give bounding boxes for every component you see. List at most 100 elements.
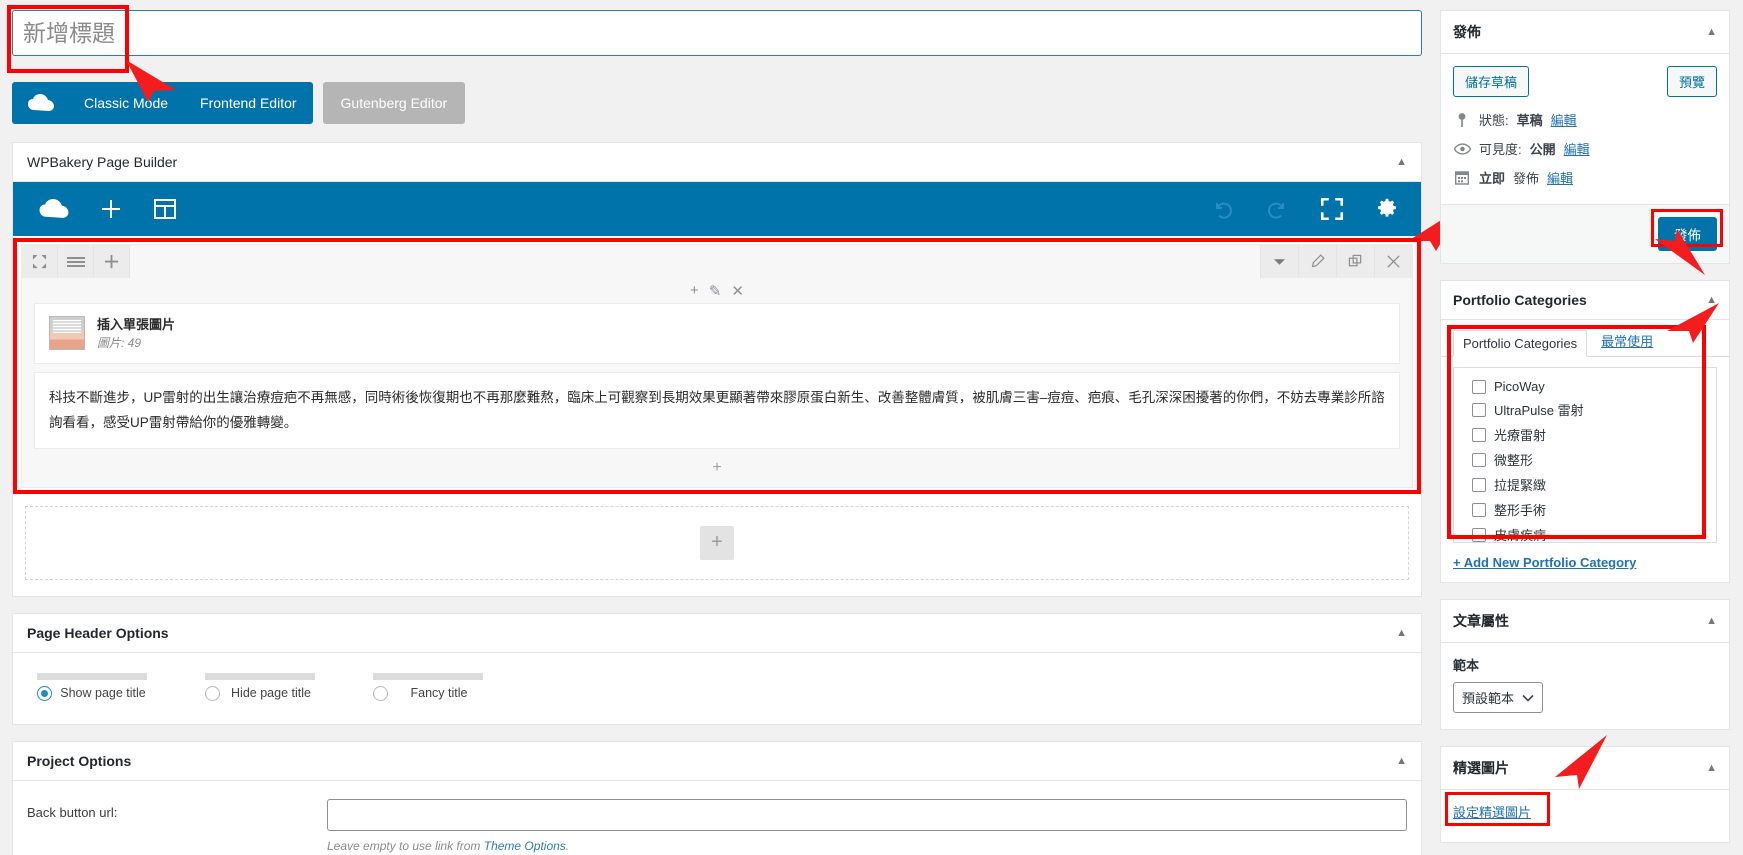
- project-options-metabox: Project Options ▲ Back button url: Leave…: [12, 740, 1422, 855]
- categories-collapse-toggle[interactable]: ▲: [1706, 294, 1717, 306]
- post-attributes-header: 文章屬性 ▲: [1441, 600, 1729, 643]
- fullscreen-icon[interactable]: [1319, 196, 1345, 222]
- wpbakery-panel-header: WPBakery Page Builder ▲: [13, 143, 1421, 182]
- publish-collapse-toggle[interactable]: ▲: [1706, 26, 1717, 38]
- tab-most-used[interactable]: 最常使用: [1601, 331, 1653, 356]
- add-element-plus-icon[interactable]: [99, 197, 123, 221]
- element-delete-close-icon[interactable]: ✕: [731, 282, 744, 300]
- categories-checklist[interactable]: PicoWay UltraPulse 雷射 光療雷射 微整形 拉提緊緻 整形手術…: [1453, 367, 1717, 543]
- list-item[interactable]: 皮膚疾病: [1464, 522, 1706, 543]
- option-row: Hide page title: [205, 685, 315, 702]
- option-row: Fancy title: [373, 685, 483, 702]
- gear-icon[interactable]: [1375, 197, 1399, 221]
- category-checkbox[interactable]: [1472, 527, 1486, 542]
- category-checkbox[interactable]: [1472, 452, 1486, 467]
- post-attributes-body: 範本 預設範本: [1441, 643, 1729, 729]
- category-checkbox[interactable]: [1472, 427, 1486, 442]
- category-checkbox[interactable]: [1472, 402, 1486, 417]
- frontend-editor-button[interactable]: Frontend Editor: [184, 82, 313, 124]
- hint-prefix: Leave empty to use link from: [327, 838, 484, 853]
- publish-box: 發佈 ▲ 儲存草稿 預覽 狀態: 草稿 編輯 可見度: 公開 編輯 立即 發佈 …: [1440, 10, 1730, 275]
- template-label: 範本: [1453, 658, 1480, 673]
- categories-list-wrap: PicoWay UltraPulse 雷射 光療雷射 微整形 拉提緊緻 整形手術…: [1441, 357, 1729, 547]
- list-item[interactable]: 光療雷射: [1464, 422, 1706, 447]
- status-edit-link[interactable]: 編輯: [1551, 110, 1577, 129]
- category-label: 皮膚疾病: [1494, 528, 1547, 543]
- title-area: [7, 5, 1422, 102]
- save-draft-button[interactable]: 儲存草稿: [1453, 66, 1530, 97]
- project-options-collapse-toggle[interactable]: ▲: [1396, 755, 1407, 767]
- single-image-element[interactable]: 插入單張圖片 圖片: 49: [34, 303, 1400, 364]
- preview-button[interactable]: 預覽: [1666, 66, 1717, 97]
- option-show-page-title[interactable]: Show page title: [37, 672, 147, 702]
- wpbakery-collapse-toggle[interactable]: ▲: [1396, 156, 1407, 168]
- schedule-edit-link[interactable]: 編輯: [1547, 168, 1573, 187]
- option-hide-page-title[interactable]: Hide page title: [205, 672, 315, 702]
- project-options-title: Project Options: [27, 752, 132, 769]
- gutenberg-editor-button[interactable]: Gutenberg Editor: [322, 82, 466, 124]
- post-attributes-box: 文章屬性 ▲ 範本 預設範本: [1440, 599, 1730, 730]
- add-row-plus-icon[interactable]: +: [700, 525, 734, 560]
- element-edit-pencil-icon[interactable]: ✎: [709, 282, 722, 300]
- project-options-body: Back button url: Leave empty to use link…: [13, 781, 1421, 855]
- option-bar: [373, 672, 483, 680]
- publish-button[interactable]: 發佈: [1658, 217, 1717, 251]
- page-header-options-metabox: Page Header Options ▲ Show page title Hi…: [12, 612, 1422, 725]
- columns-icon[interactable]: [58, 245, 94, 278]
- text-block-element[interactable]: 科技不斷進步，UP雷射的出生讓治療痘疤不再無感，同時術後恢復期也不再那麼難熬，臨…: [34, 371, 1400, 449]
- option-label: Fancy title: [410, 685, 468, 700]
- radio-fancy-title[interactable]: [373, 685, 388, 701]
- copy-icon[interactable]: [1336, 245, 1374, 278]
- attributes-collapse-toggle[interactable]: ▲: [1706, 615, 1717, 627]
- category-label: 光療雷射: [1494, 428, 1547, 443]
- add-new-portfolio-category-link[interactable]: + Add New Portfolio Category: [1453, 555, 1636, 570]
- close-icon[interactable]: [1374, 245, 1412, 278]
- page-header-collapse-toggle[interactable]: ▲: [1396, 627, 1407, 639]
- category-label: 整形手術: [1494, 503, 1547, 518]
- pin-icon: [1453, 112, 1471, 128]
- featured-image-collapse-toggle[interactable]: ▲: [1706, 762, 1717, 774]
- back-button-url-input[interactable]: [327, 798, 1407, 831]
- single-image-labels: 插入單張圖片 圖片: 49: [97, 316, 175, 351]
- row-right-controls: [1260, 245, 1412, 278]
- eye-icon: [1453, 142, 1471, 155]
- set-featured-image-link[interactable]: 設定精選圖片: [1453, 805, 1531, 820]
- category-checkbox[interactable]: [1472, 502, 1486, 517]
- chevron-down-icon[interactable]: [1260, 245, 1298, 278]
- sidebar-column: 發佈 ▲ 儲存草稿 預覽 狀態: 草稿 編輯 可見度: 公開 編輯 立即 發佈 …: [1440, 10, 1730, 855]
- builder-canvas: + ✎ ✕ 插入單張圖片 圖片: 49 科技不斷進步，UP雷射的出生讓治療痘疤不…: [13, 238, 1421, 580]
- category-checkbox[interactable]: [1472, 477, 1486, 492]
- move-icon[interactable]: [22, 245, 58, 278]
- undo-icon[interactable]: [1211, 197, 1235, 221]
- element-add-plus-icon[interactable]: +: [690, 282, 699, 300]
- image-thumbnail-icon: [49, 316, 85, 351]
- tab-all-categories[interactable]: Portfolio Categories: [1453, 330, 1588, 357]
- theme-options-link[interactable]: Theme Options: [484, 839, 566, 853]
- list-item[interactable]: 拉提緊緻: [1464, 472, 1706, 497]
- main-column: Classic Mode Frontend Editor Gutenberg E…: [7, 5, 1462, 855]
- featured-image-header: 精選圖片 ▲: [1441, 747, 1729, 790]
- visibility-edit-link[interactable]: 編輯: [1564, 139, 1590, 158]
- post-title-input[interactable]: [12, 10, 1422, 56]
- status-row: 狀態: 草稿 編輯: [1453, 105, 1717, 134]
- list-item[interactable]: 微整形: [1464, 447, 1706, 472]
- radio-hide-page-title[interactable]: [205, 685, 220, 701]
- row-append-plus-icon[interactable]: +: [22, 457, 1412, 477]
- option-fancy-title[interactable]: Fancy title: [373, 672, 483, 702]
- portfolio-categories-header: Portfolio Categories ▲: [1441, 281, 1729, 320]
- category-checkbox[interactable]: [1472, 379, 1486, 394]
- pencil-icon[interactable]: [1298, 245, 1336, 278]
- wpbakery-cloud-icon[interactable]: [39, 199, 69, 219]
- editor-mode-switcher: Classic Mode Frontend Editor Gutenberg E…: [12, 82, 1422, 124]
- list-item[interactable]: PicoWay: [1464, 376, 1706, 397]
- list-item[interactable]: UltraPulse 雷射: [1464, 397, 1706, 422]
- row-add-plus-icon[interactable]: [94, 245, 130, 278]
- add-new-row-area[interactable]: +: [25, 505, 1409, 580]
- template-select[interactable]: 預設範本: [1453, 682, 1544, 713]
- radio-show-page-title[interactable]: [37, 685, 52, 701]
- templates-layout-icon[interactable]: [153, 197, 177, 221]
- classic-mode-button[interactable]: Classic Mode: [68, 82, 184, 124]
- project-options-header: Project Options ▲: [13, 742, 1421, 781]
- redo-icon[interactable]: [1265, 197, 1289, 221]
- list-item[interactable]: 整形手術: [1464, 497, 1706, 522]
